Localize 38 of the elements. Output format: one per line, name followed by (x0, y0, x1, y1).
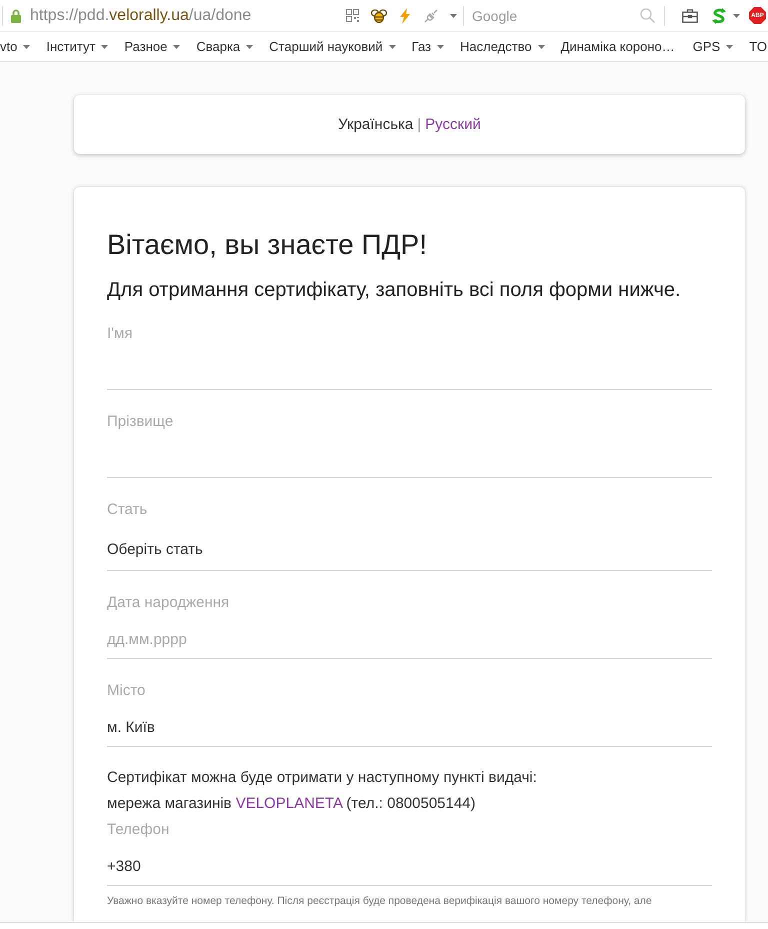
qr-code-icon[interactable] (346, 9, 359, 22)
text-field[interactable]: м. Київ (107, 701, 712, 747)
sync-icon[interactable] (711, 8, 727, 24)
bookmark-folder[interactable]: TO (749, 36, 768, 58)
select-field[interactable]: Оберіть стать (107, 520, 712, 571)
caret-icon[interactable] (450, 14, 457, 18)
page-title: Вітаємо, вы знаєте ПДР! (107, 228, 428, 262)
briefcase-icon[interactable] (682, 8, 698, 22)
phone-field[interactable]: +380 (107, 840, 712, 886)
bee-icon[interactable] (371, 8, 387, 22)
field-label: Дата народження (107, 593, 230, 613)
field-label: Місто (107, 681, 146, 701)
bookmark-folder[interactable]: GPS (692, 36, 734, 58)
bookmark-folder[interactable]: vto (0, 36, 30, 58)
field-label: Прізвище (107, 412, 174, 432)
store-link[interactable]: VELOPLANETA (236, 795, 342, 812)
bookmark-folder[interactable]: Газ (412, 36, 444, 58)
field-label: Стать (107, 500, 148, 520)
form-subtitle: Для отримання сертифікату, заповніть всі поля форми нижче. (107, 278, 682, 303)
field-label: Телефон (107, 820, 170, 840)
bookmark-folder[interactable]: Інститут (46, 36, 108, 58)
plug-icon[interactable] (424, 8, 438, 22)
field-label: І'мя (107, 324, 132, 344)
lightning-icon[interactable] (399, 8, 411, 24)
bookmark-folder[interactable]: Старший науковий (269, 36, 396, 58)
search-icon[interactable] (640, 8, 655, 23)
phone-hint: Уважно вказуйте номер телефону. Після реєстрація буде проведена верифікація вашого номеру телефону, але (107, 894, 653, 909)
language-link[interactable]: Українська (338, 116, 414, 133)
url-field[interactable]: https://pdd.velorally.ua/ua/done (30, 6, 346, 24)
bookmark-folder[interactable]: Разное (124, 36, 180, 58)
separator-text: | (417, 116, 422, 133)
language-link[interactable]: Русский (425, 116, 481, 133)
caret-icon[interactable] (733, 14, 740, 18)
pickup-note: Сертифікат можна буде отримати у наступному пункті видачі: мережа магазинів VELOPLANETA (тел.: 0800505144) (107, 768, 538, 814)
lock-icon (11, 8, 21, 22)
bookmark-folder[interactable]: Динаміка короно… (560, 36, 677, 58)
bookmark-folder[interactable]: Наследство (460, 36, 545, 58)
bookmark-folder[interactable]: Сварка (196, 36, 254, 58)
